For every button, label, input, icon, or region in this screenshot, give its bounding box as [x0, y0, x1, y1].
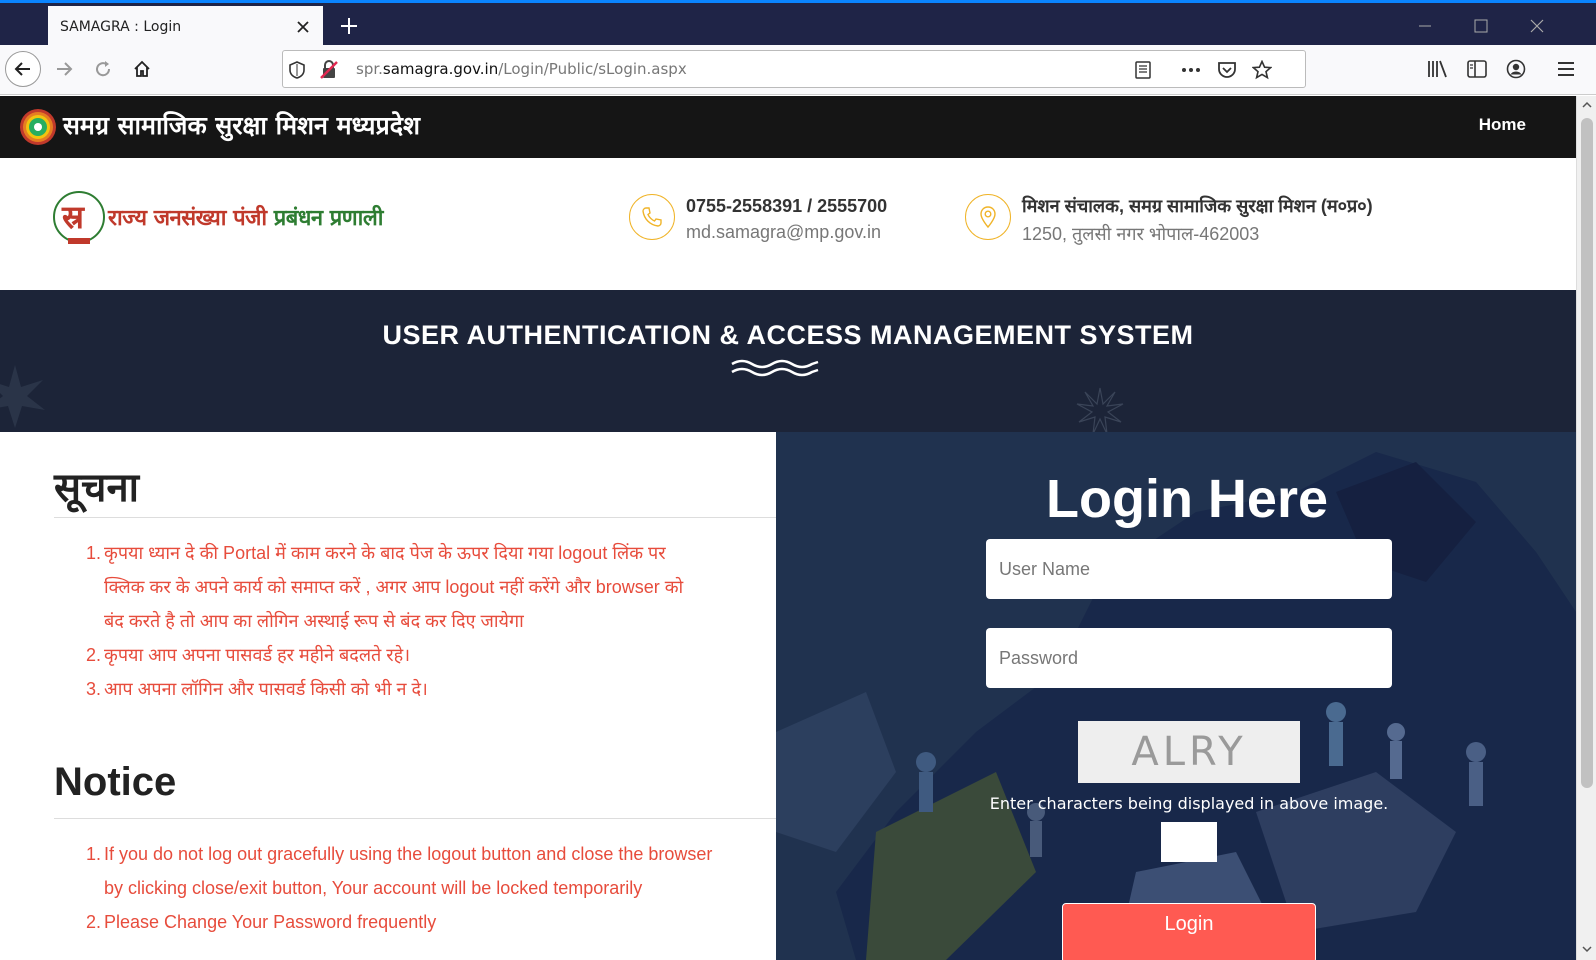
url-host: samagra.gov.in	[382, 60, 499, 78]
address-bar[interactable]: spr.samagra.gov.in/Login/Public/sLogin.a…	[282, 50, 1306, 88]
suchna-item-line: कृपया आप अपना पासवर्ड हर महीने बदलते रहे…	[104, 645, 411, 665]
url-text: spr.samagra.gov.in/Login/Public/sLogin.a…	[356, 60, 687, 78]
suchna-item-number: 1.	[86, 543, 102, 563]
mp-emblem-logo	[20, 109, 56, 145]
notice-item-number: 1.	[86, 844, 102, 864]
spr-logo-icon: स्र	[53, 191, 105, 244]
site-header: स्र राज्य जनसंख्या पंजी प्रबंधन प्रणाली …	[0, 158, 1576, 290]
login-heading: Login Here	[1045, 469, 1329, 529]
suchna-item-number: 3.	[86, 679, 102, 699]
notice-list: 1. If you do not log out gracefully usin…	[54, 837, 776, 939]
phone-icon	[629, 194, 675, 240]
scroll-down-icon[interactable]	[1577, 940, 1596, 958]
page-scrollbar[interactable]	[1576, 96, 1596, 960]
new-tab-plus-icon[interactable]	[334, 11, 364, 41]
page-banner: USER AUTHENTICATION & ACCESS MANAGEMENT …	[0, 290, 1576, 432]
login-panel: Login Here ALRY Enter characters being d…	[776, 432, 1576, 960]
login-button[interactable]: Login	[1062, 903, 1316, 960]
captcha-hint: Enter characters being displayed in abov…	[989, 794, 1389, 813]
suchna-divider	[54, 517, 776, 518]
decorative-star-icon	[0, 365, 45, 428]
account-icon[interactable]	[1502, 55, 1530, 83]
shield-icon[interactable]	[285, 58, 309, 82]
web-page: समग्र सामाजिक सुरक्षा मिशन मध्यप्रदेश Ho…	[0, 96, 1576, 960]
browser-tab-strip: SAMAGRA : Login	[0, 0, 1596, 48]
more-actions-icon[interactable]	[1179, 58, 1203, 82]
contact-email: md.samagra@mp.gov.in	[686, 222, 882, 242]
suchna-item: 3. आप अपना लॉगिन और पासवर्ड किसी को भी न…	[54, 672, 776, 706]
site-top-navbar: समग्र सामाजिक सुरक्षा मिशन मध्यप्रदेश Ho…	[0, 96, 1576, 158]
suchna-item-line: कृपया ध्यान दे की Portal में काम करने के…	[104, 543, 666, 563]
site-title: समग्र सामाजिक सुरक्षा मिशन मध्यप्रदेश	[63, 111, 420, 140]
username-input[interactable]	[986, 539, 1392, 599]
reload-icon[interactable]	[85, 51, 121, 87]
url-prefix: spr.	[356, 60, 383, 78]
suchna-item-line: बंद करते है तो आप का लोगिन अस्थाई रूप से…	[104, 611, 524, 631]
sidebar-icon[interactable]	[1463, 55, 1491, 83]
suchna-item: 1. कृपया ध्यान दे की Portal में काम करने…	[54, 536, 776, 638]
insecure-lock-icon[interactable]	[317, 58, 341, 82]
wave-divider-icon	[731, 359, 819, 377]
minimize-icon[interactable]	[1405, 11, 1445, 41]
maximize-icon[interactable]	[1461, 11, 1501, 41]
browser-toolbar: spr.samagra.gov.in/Login/Public/sLogin.a…	[0, 45, 1596, 95]
reader-view-icon[interactable]	[1131, 58, 1155, 82]
spr-logo-text: राज्य जनसंख्या पंजी प्रबंधन प्रणाली	[108, 202, 384, 232]
suchna-item-line: आप अपना लॉगिन और पासवर्ड किसी को भी न दे…	[104, 679, 428, 699]
suchna-item-number: 2.	[86, 645, 102, 665]
window-close-icon[interactable]	[1517, 11, 1557, 41]
browser-tab[interactable]: SAMAGRA : Login	[48, 6, 323, 48]
library-icon[interactable]	[1424, 55, 1452, 83]
logo-text-green: प्रबंधन प्रणाली	[273, 205, 384, 231]
contact-office: मिशन संचालक, समग्र सामाजिक सुरक्षा मिशन …	[1022, 196, 1373, 216]
system-title: USER AUTHENTICATION & ACCESS MANAGEMENT …	[382, 320, 1194, 350]
tab-title: SAMAGRA : Login	[60, 19, 182, 35]
notice-panel: सूचना 1. कृपया ध्यान दे की Portal में का…	[0, 432, 776, 960]
pocket-icon[interactable]	[1215, 58, 1239, 82]
contact-address: 1250, तुलसी नगर भोपाल-462003	[1022, 224, 1260, 244]
contact-phone: 0755-2558391 / 2555700	[686, 196, 888, 216]
notice-divider	[54, 818, 776, 819]
suchna-item: 2. कृपया आप अपना पासवर्ड हर महीने बदलते …	[54, 638, 776, 672]
svg-text:स्र: स्र	[61, 198, 85, 236]
captcha-image: ALRY	[1078, 721, 1300, 783]
notice-item-line: Please Change Your Password frequently	[104, 912, 437, 932]
suchna-item-line: क्लिक कर के अपने कार्य को समाप्त करें , …	[104, 577, 684, 597]
back-arrow-icon[interactable]	[5, 51, 41, 87]
logo-text-red: राज्य जनसंख्या पंजी	[108, 205, 274, 231]
location-pin-icon	[965, 194, 1011, 240]
password-input[interactable]	[986, 628, 1392, 688]
notice-item-line: If you do not log out gracefully using t…	[104, 844, 713, 864]
menu-hamburger-icon[interactable]	[1552, 55, 1580, 83]
bookmark-star-icon[interactable]	[1250, 58, 1274, 82]
suchna-list: 1. कृपया ध्यान दे की Portal में काम करने…	[54, 536, 776, 706]
scroll-up-icon[interactable]	[1577, 96, 1596, 114]
scrollbar-thumb[interactable]	[1581, 118, 1593, 788]
url-path: /Login/Public/sLogin.aspx	[498, 60, 687, 78]
decorative-burst-icon	[1076, 387, 1124, 432]
suchna-heading: सूचना	[54, 466, 139, 510]
notice-item: 1. If you do not log out gracefully usin…	[54, 837, 776, 905]
tab-close-icon[interactable]	[289, 13, 317, 41]
home-icon[interactable]	[124, 51, 160, 87]
notice-item-line: by clicking close/exit button, Your acco…	[104, 878, 643, 898]
notice-heading: Notice	[54, 760, 177, 804]
captcha-input[interactable]	[1161, 822, 1217, 862]
nav-home-link[interactable]: Home	[1479, 115, 1526, 135]
notice-item-number: 2.	[86, 912, 102, 932]
notice-item: 2. Please Change Your Password frequentl…	[54, 905, 776, 939]
forward-arrow-icon[interactable]	[46, 51, 82, 87]
